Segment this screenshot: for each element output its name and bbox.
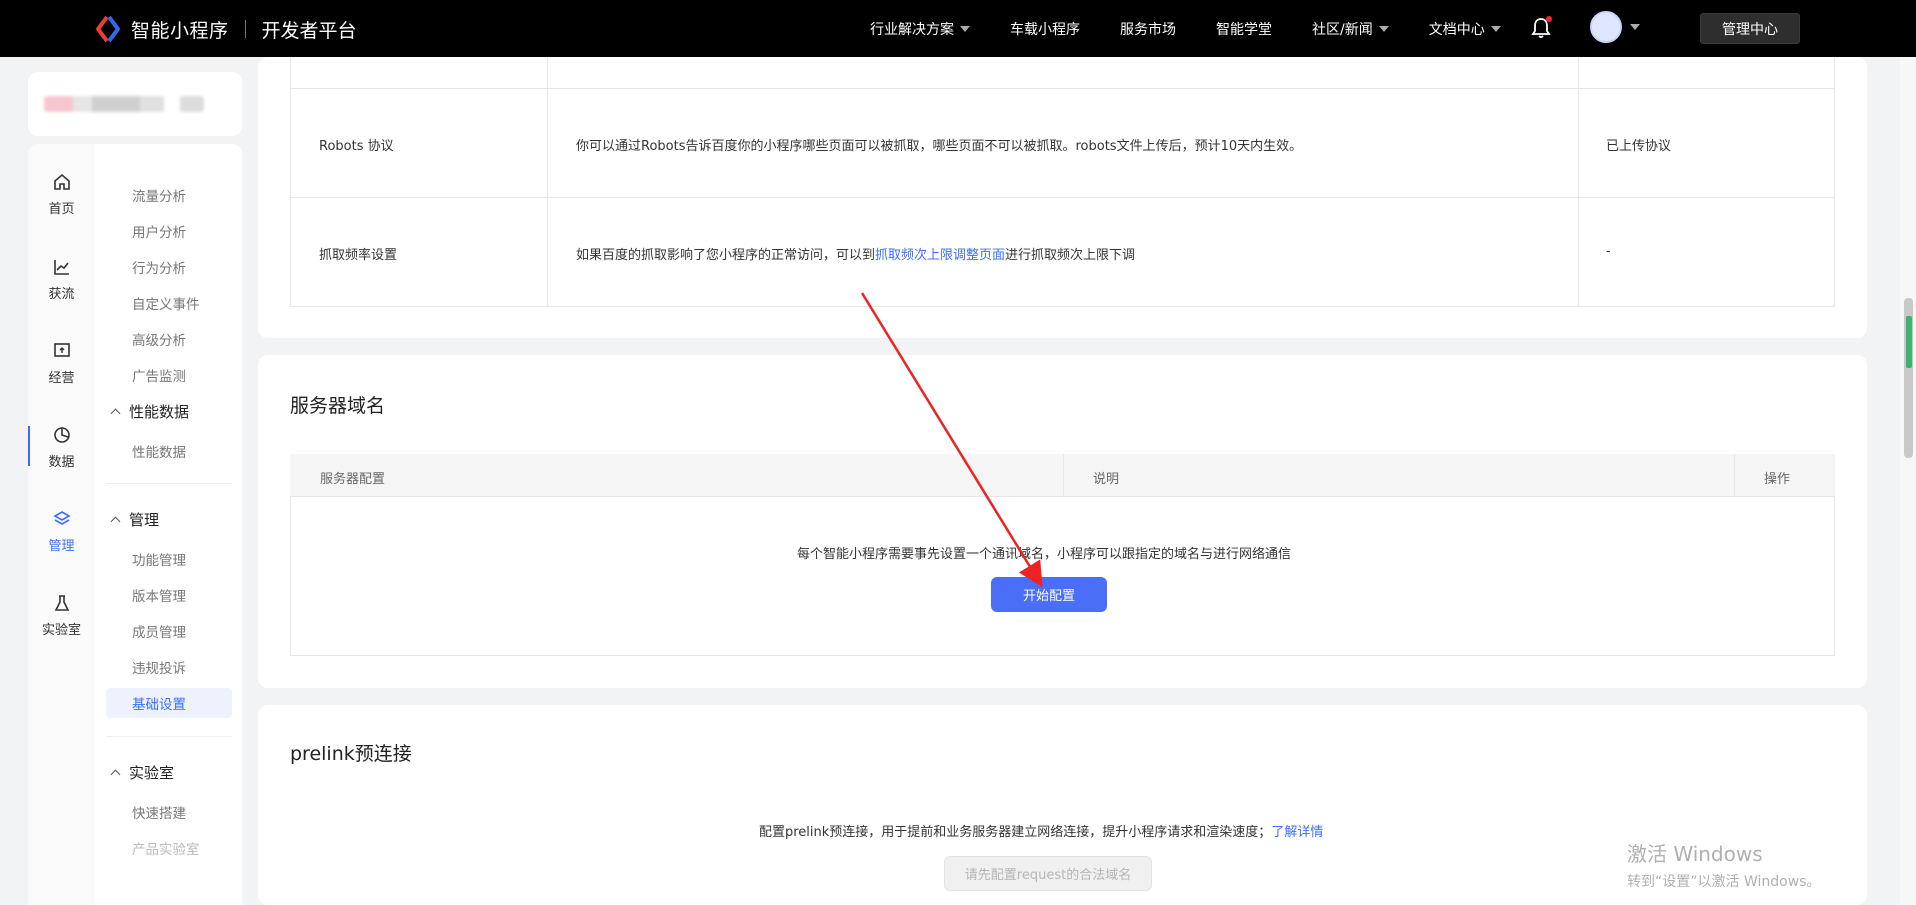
scrollbar-marker (1906, 316, 1912, 368)
windows-activation-watermark: 激活 Windows 转到“设置”以激活 Windows。 (1627, 838, 1820, 891)
red-arrow-annotation (860, 292, 1043, 588)
watermark-line1: 激活 Windows (1627, 842, 1763, 866)
watermark-line2: 转到“设置”以激活 Windows。 (1627, 874, 1821, 890)
page-scrollbar[interactable] (1900, 57, 1916, 905)
